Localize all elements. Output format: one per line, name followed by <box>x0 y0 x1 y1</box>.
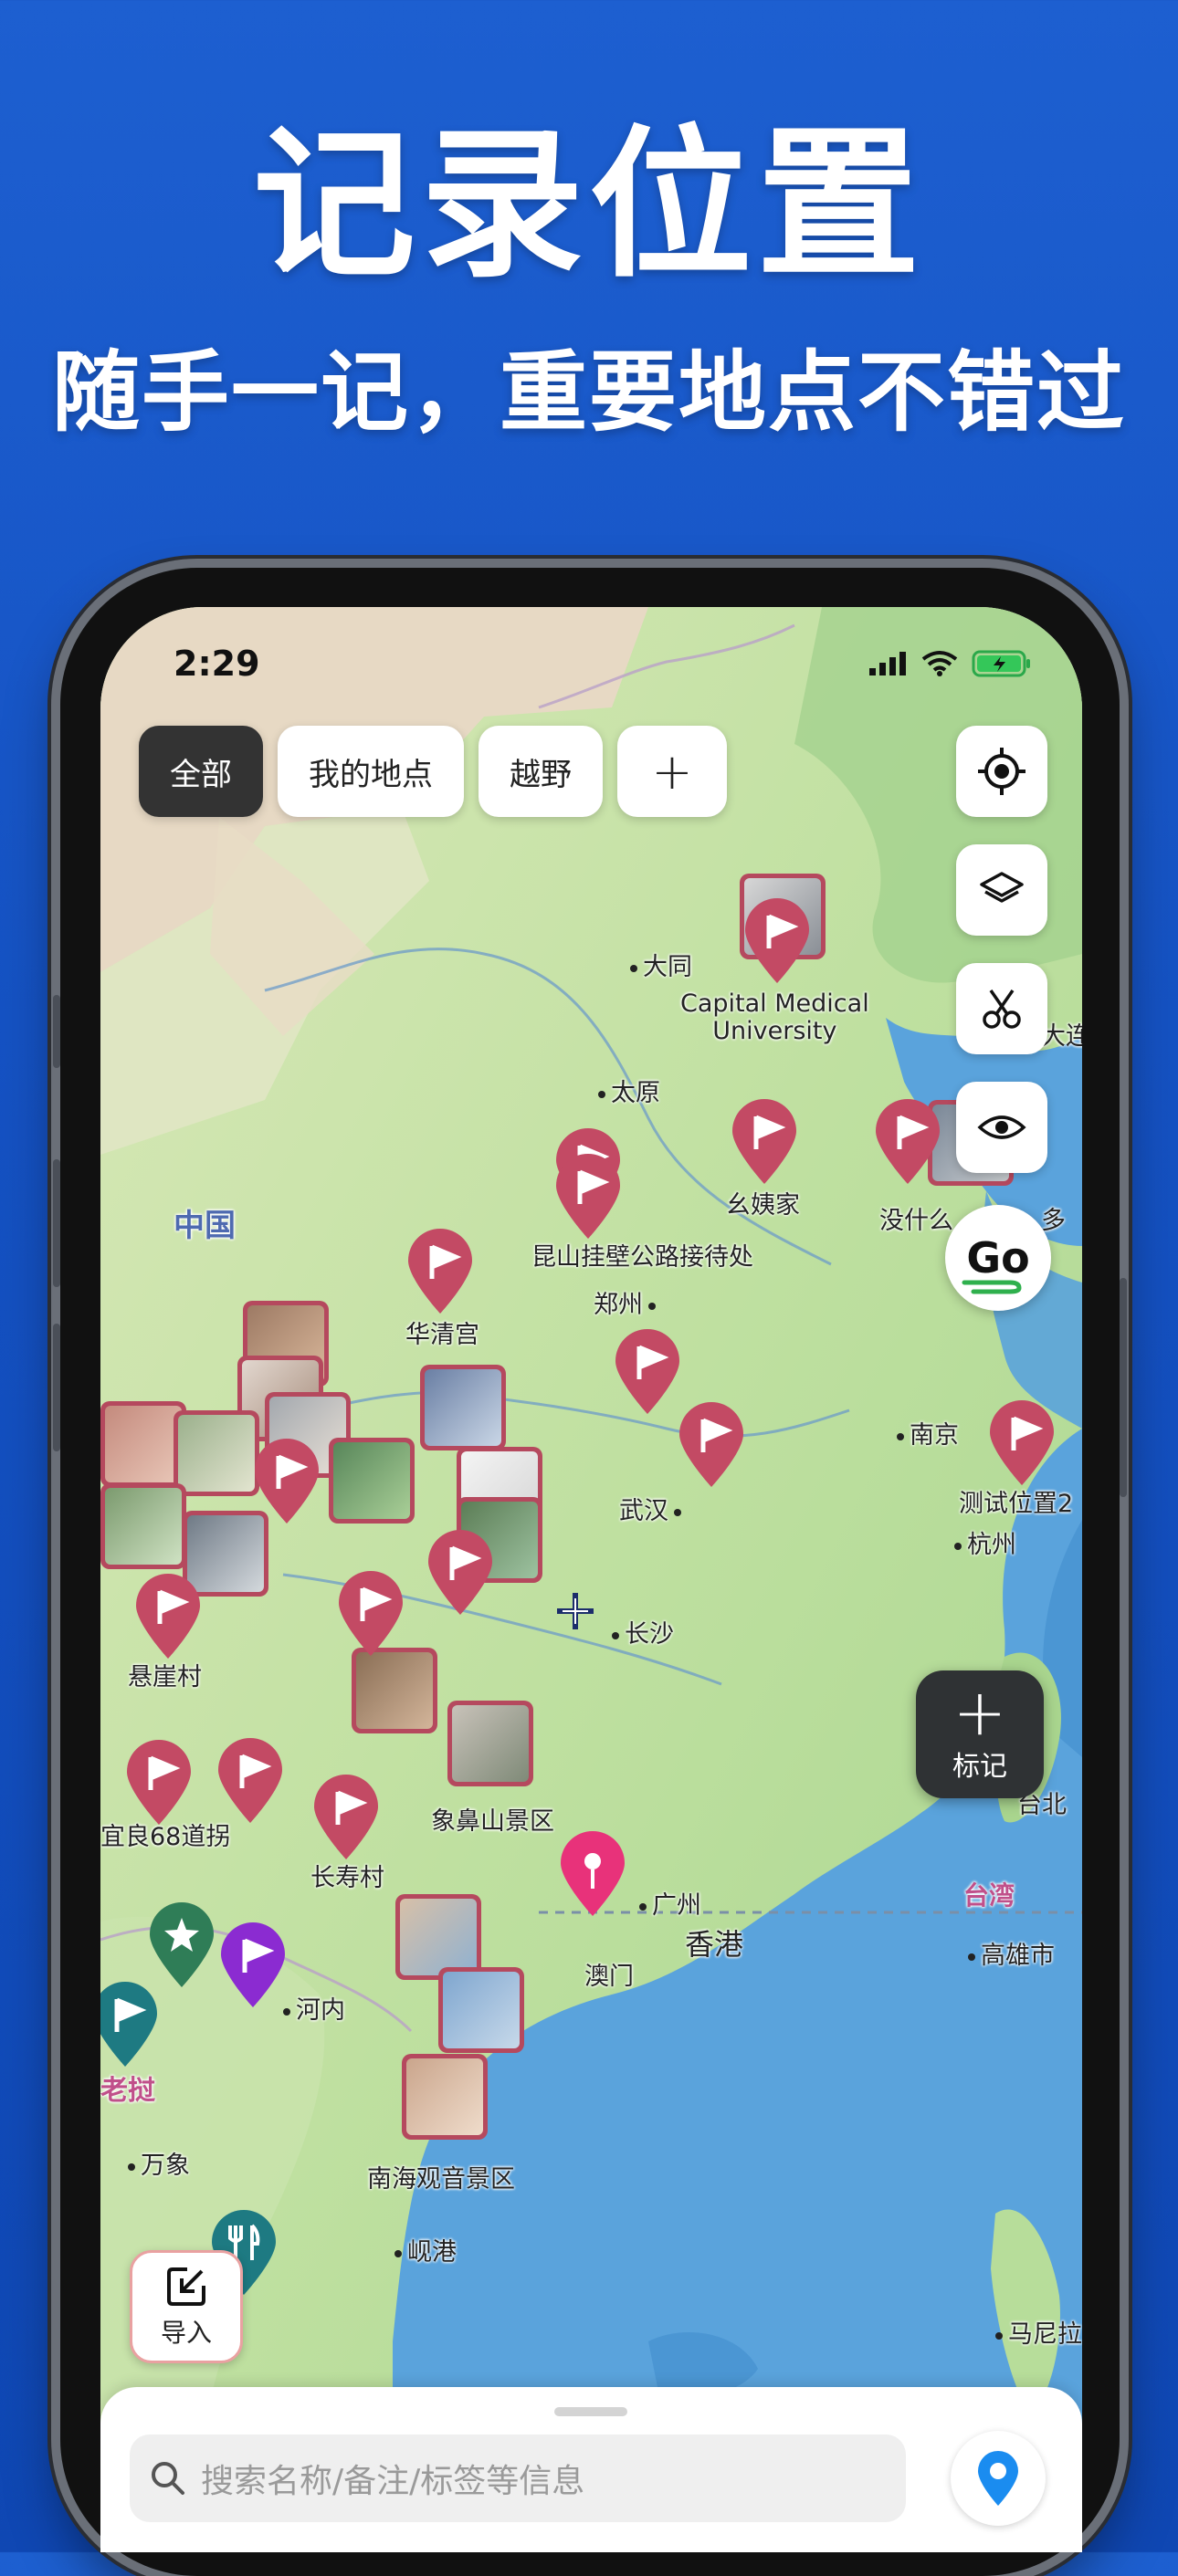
layers-icon <box>980 872 1024 903</box>
filter-chip-all[interactable]: 全部 <box>139 726 263 817</box>
map-label: 香港 <box>685 1927 744 1962</box>
phone-side-button <box>53 995 60 1068</box>
map-label: 悬崖村 <box>128 1663 202 1691</box>
map-label: 太原 <box>598 1073 660 1108</box>
flag-pin-marker[interactable] <box>612 1328 683 1416</box>
locate-button[interactable] <box>956 726 1047 817</box>
map-label: 杭州 <box>954 1524 1016 1560</box>
scissors-icon <box>983 990 1021 1029</box>
map-label: 岘港 <box>394 2232 457 2267</box>
flag-pin-marker[interactable] <box>405 1228 476 1315</box>
filter-chip-my-places[interactable]: 我的地点 <box>278 726 464 817</box>
map-label: 幺姨家 <box>726 1191 800 1220</box>
map-label: 老挝 <box>100 2075 155 2107</box>
map-label: 昆山挂壁公路接待处 <box>531 1243 753 1272</box>
flag-pin-marker[interactable] <box>335 1570 406 1658</box>
phone-screen: 大同 Capital Medical University 大连 太原 幺姨家 … <box>100 607 1082 2552</box>
map-label: 郑州 <box>594 1284 661 1320</box>
map-label: 万象 <box>128 2145 190 2181</box>
mark-location-button[interactable]: + 标记 <box>916 1670 1044 1798</box>
map-label: 没什么 <box>879 1207 953 1235</box>
flag-pin-marker[interactable] <box>217 1922 289 2009</box>
flag-pin-marker[interactable] <box>100 1981 161 2068</box>
photo-marker[interactable] <box>438 1967 524 2053</box>
sheet-grabber[interactable] <box>554 2407 627 2416</box>
phone-side-button <box>1120 1278 1127 1497</box>
map-label: 澳门 <box>584 1963 634 1991</box>
go-button[interactable]: Go <box>945 1205 1051 1311</box>
status-bar: 2:29 <box>100 633 1082 696</box>
flag-pin-marker[interactable] <box>729 1098 800 1186</box>
photo-marker[interactable] <box>447 1701 533 1786</box>
go-label: Go <box>966 1233 1030 1283</box>
status-icons <box>868 649 1032 678</box>
add-filter-button[interactable]: + <box>617 726 727 817</box>
signal-icon <box>869 652 906 675</box>
scissors-button[interactable] <box>956 963 1047 1054</box>
phone-side-button <box>53 1159 60 1287</box>
promo-subtitle: 随手一记，重要地点不错过 <box>52 341 1126 444</box>
map-label: 测试位置2 <box>959 1490 1074 1518</box>
map-label: 高雄市 <box>968 1935 1055 1971</box>
map-label: Capital Medical University <box>680 990 869 1045</box>
photo-marker[interactable] <box>352 1648 437 1733</box>
locate-icon <box>978 748 1025 795</box>
search-input[interactable]: 搜索名称/备注/标签等信息 <box>130 2435 906 2522</box>
layers-button[interactable] <box>956 844 1047 936</box>
filter-chips: 全部 我的地点 越野 + <box>139 726 727 817</box>
battery-icon <box>972 650 1030 677</box>
map-label: 马尼拉 <box>995 2314 1082 2350</box>
map-view[interactable]: 大同 Capital Medical University 大连 太原 幺姨家 … <box>100 607 1082 2552</box>
photo-marker[interactable] <box>329 1438 415 1524</box>
photo-marker[interactable] <box>402 2054 488 2140</box>
plus-icon: + <box>952 1675 1007 1750</box>
eye-icon <box>977 1115 1026 1139</box>
phone-side-button <box>53 1324 60 1451</box>
map-label: 大同 <box>630 947 692 982</box>
route-icon <box>962 1280 1022 1294</box>
search-placeholder: 搜索名称/备注/标签等信息 <box>201 2463 585 2500</box>
map-label: 中国 <box>174 1208 236 1244</box>
flag-pin-marker[interactable] <box>310 1774 382 1861</box>
flag-pin-marker[interactable] <box>676 1401 747 1489</box>
map-label: 河内 <box>283 1990 345 2026</box>
my-location-button[interactable] <box>951 2431 1046 2526</box>
map-label: 台湾 <box>963 1880 1015 1911</box>
flag-pin-marker[interactable] <box>986 1399 1057 1487</box>
photo-marker[interactable] <box>420 1365 506 1450</box>
map-label: 长沙 <box>612 1614 674 1649</box>
pin-marker[interactable] <box>557 1830 628 1918</box>
flag-pin-marker[interactable] <box>123 1739 195 1827</box>
import-icon <box>167 2267 205 2306</box>
map-label: 武汉 <box>619 1491 687 1526</box>
map-label: 南京 <box>897 1415 959 1450</box>
flag-pin-marker[interactable] <box>425 1529 496 1617</box>
flag-pin-marker[interactable] <box>872 1098 943 1186</box>
flag-pin-marker[interactable] <box>215 1737 286 1825</box>
star-pin-marker[interactable] <box>146 1901 217 1989</box>
filter-chip-offroad[interactable]: 越野 <box>479 726 603 817</box>
map-label: 华清宫 <box>405 1321 479 1349</box>
search-icon <box>152 2462 184 2495</box>
map-label: 多 <box>1041 1207 1066 1235</box>
import-label: 导入 <box>160 2318 212 2348</box>
map-label: 广州 <box>639 1885 701 1921</box>
mark-label: 标记 <box>952 1751 1007 1783</box>
flag-pin-marker[interactable] <box>742 897 813 985</box>
bottom-sheet: 搜索名称/备注/标签等信息 <box>100 2387 1082 2552</box>
status-time: 2:29 <box>174 644 260 684</box>
map-label: 南海观音景区 <box>367 2165 515 2194</box>
location-pin-icon <box>978 2451 1018 2506</box>
visibility-button[interactable] <box>956 1082 1047 1173</box>
wifi-icon <box>921 651 958 676</box>
flag-pin-marker[interactable] <box>251 1438 322 1525</box>
flag-pin-marker[interactable] <box>132 1573 204 1660</box>
import-button[interactable]: 导入 <box>130 2250 243 2363</box>
photo-marker[interactable] <box>100 1483 186 1569</box>
promo-title: 记录位置 <box>253 110 925 299</box>
photo-marker[interactable] <box>174 1410 259 1496</box>
map-label: 象鼻山景区 <box>431 1807 554 1836</box>
map-label: 长寿村 <box>310 1864 384 1892</box>
flag-pin-marker[interactable] <box>552 1153 624 1241</box>
